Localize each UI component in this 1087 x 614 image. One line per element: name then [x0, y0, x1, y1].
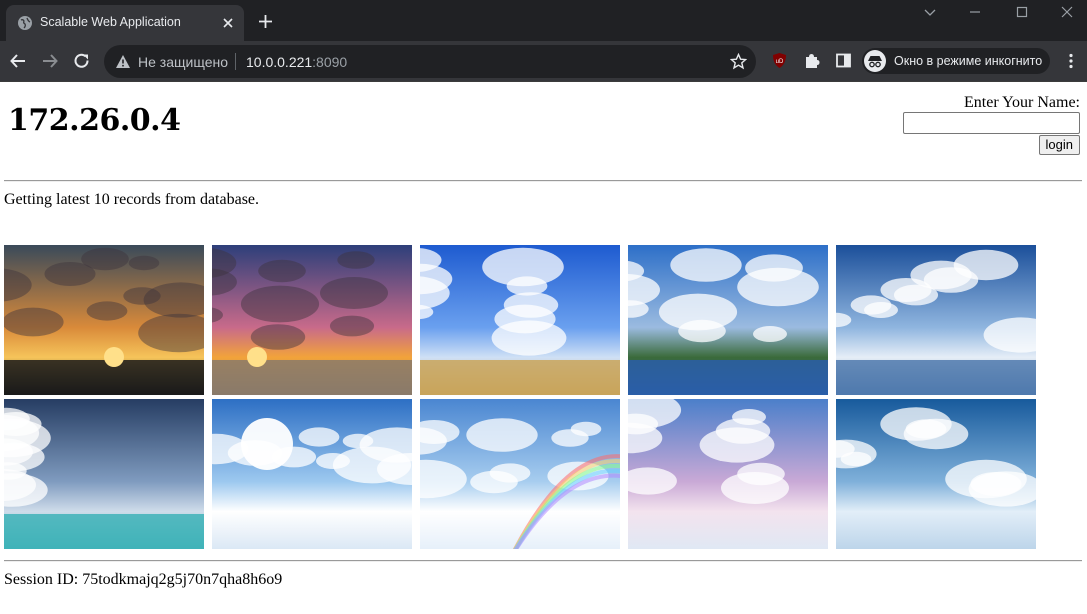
login-form: Enter Your Name: login: [903, 94, 1080, 155]
forward-arrow-icon[interactable]: [41, 52, 59, 70]
beach-sunset-image: [212, 245, 412, 395]
maximize-icon[interactable]: [1014, 4, 1030, 20]
close-window-icon[interactable]: [1059, 4, 1075, 20]
status-message: Getting latest 10 records from database.: [4, 191, 260, 208]
host-ip-heading: 172.26.0.4: [8, 103, 181, 138]
security-status-label[interactable]: Не защищено: [138, 54, 228, 70]
minimize-icon[interactable]: [967, 4, 983, 20]
globe-icon: [18, 16, 32, 30]
puzzle-extensions-icon[interactable]: [803, 52, 820, 69]
url-separator: [235, 53, 236, 70]
kebab-menu-icon[interactable]: [1063, 52, 1079, 70]
login-label: Enter Your Name:: [964, 94, 1080, 111]
browser-tabstrip: Scalable Web Application: [0, 0, 1087, 41]
lake-reflection-image: [628, 245, 828, 395]
reload-icon[interactable]: [73, 52, 91, 70]
top-divider: [4, 180, 1082, 182]
browser-toolbar: Не защищено 10.0.0.221:8090 uD Окно в ре…: [0, 41, 1087, 82]
warning-icon[interactable]: [115, 54, 131, 69]
svg-text:uD: uD: [776, 59, 784, 65]
ublock-icon[interactable]: uD: [771, 52, 788, 69]
address-bar[interactable]: Не защищено 10.0.0.221:8090: [104, 45, 756, 78]
url-text[interactable]: 10.0.0.221:8090: [246, 54, 347, 70]
session-id-text: Session ID: 75todkmajq2g5j70n7qha8h6o9: [4, 571, 283, 588]
new-tab-plus-icon[interactable]: [257, 13, 274, 30]
web-page: 172.26.0.4 Enter Your Name: login Gettin…: [0, 83, 1087, 614]
url-port: :8090: [312, 54, 348, 70]
sun-rays-clouds-image: [212, 399, 412, 549]
incognito-icon: [864, 50, 886, 72]
pier-clouds-image: [836, 245, 1036, 395]
name-input[interactable]: [903, 112, 1080, 134]
tab-title: Scalable Web Application: [40, 15, 181, 29]
close-tab-icon[interactable]: [219, 14, 237, 32]
url-host: 10.0.0.221: [246, 54, 313, 70]
bottom-divider: [4, 560, 1082, 562]
road-blue-sky-image: [420, 245, 620, 395]
incognito-label: Окно в режиме инкогнито: [894, 54, 1043, 68]
tab-search-chevron-icon[interactable]: [922, 4, 938, 20]
pink-sky-clouds-image: [628, 399, 828, 549]
tropical-water-image: [4, 399, 204, 549]
back-arrow-icon[interactable]: [9, 52, 27, 70]
side-panel-icon[interactable]: [835, 52, 852, 69]
rainbow-clouds-image: [420, 399, 620, 549]
login-button[interactable]: login: [1038, 135, 1080, 155]
browser-tab[interactable]: Scalable Web Application: [6, 5, 244, 41]
incognito-profile-button[interactable]: Окно в режиме инкогнито: [862, 48, 1050, 74]
bookmark-star-icon[interactable]: [730, 53, 747, 70]
sunset-clouds-image: [4, 245, 204, 395]
cloud-tower-image: [836, 399, 1036, 549]
